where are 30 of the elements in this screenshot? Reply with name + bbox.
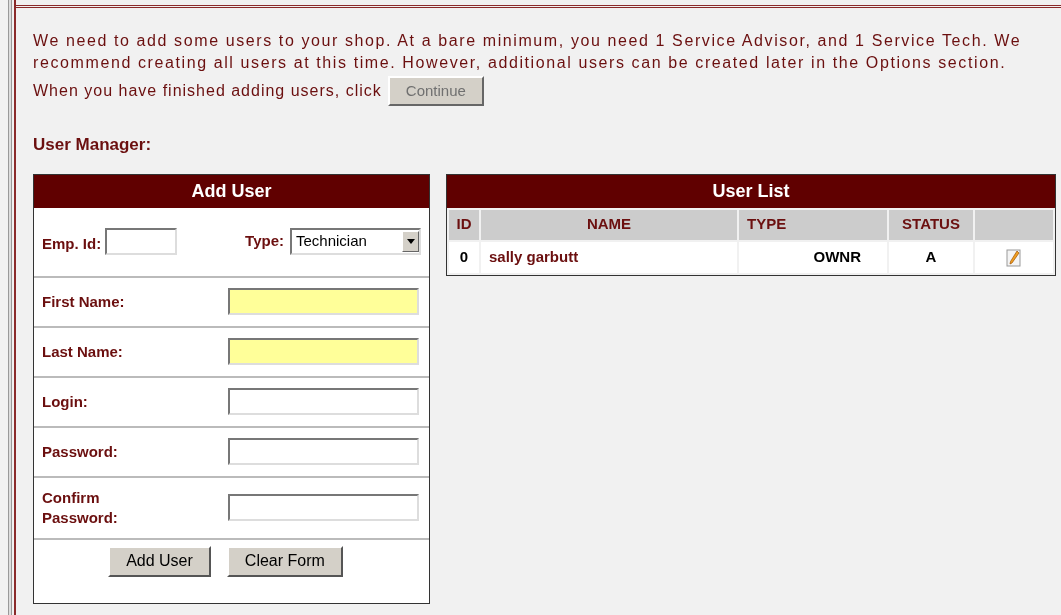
column-header: TYPE xyxy=(739,209,887,240)
section-title: User Manager: xyxy=(33,134,153,156)
text-field[interactable] xyxy=(228,338,419,365)
column-header: NAME xyxy=(481,209,737,240)
field-label: Emp. Id: xyxy=(42,234,102,255)
table-cell: sally garbutt xyxy=(481,241,737,273)
emp-id-field[interactable] xyxy=(105,228,178,255)
text-field[interactable] xyxy=(228,288,419,315)
instruction-text: When you have finished adding users, click xyxy=(33,81,382,101)
table-cell: A xyxy=(889,241,973,273)
form-button[interactable]: Clear Form xyxy=(226,545,343,577)
edit-pencil-icon[interactable] xyxy=(1006,248,1022,267)
panel-header: Add User xyxy=(34,174,429,208)
field-label: Login: xyxy=(42,391,89,412)
text-field[interactable] xyxy=(228,388,419,415)
field-label: Password: xyxy=(42,441,119,462)
type-dropdown[interactable]: Technician xyxy=(290,228,421,255)
form-button[interactable]: Add User xyxy=(108,545,211,577)
intro-paragraph: We need to add some users to your shop. At a bare minimum, you need 1 Service Advisor, and 1 Service Tech. We recommend creating all users at this time. However, additional users can be created later in the Options section. xyxy=(33,31,1023,73)
field-label: Last Name: xyxy=(42,341,124,362)
field-label: Type: xyxy=(245,231,284,252)
table-cell: OWNR xyxy=(739,241,887,273)
text-field[interactable] xyxy=(228,438,419,465)
column-header: STATUS xyxy=(889,209,973,240)
panel-header: User List xyxy=(447,174,1055,208)
field-label: Confirm Password: xyxy=(42,487,119,528)
column-header: ID xyxy=(449,209,479,240)
table-cell: 0 xyxy=(449,241,479,273)
text-field[interactable] xyxy=(228,494,419,521)
field-label: First Name: xyxy=(42,291,126,312)
